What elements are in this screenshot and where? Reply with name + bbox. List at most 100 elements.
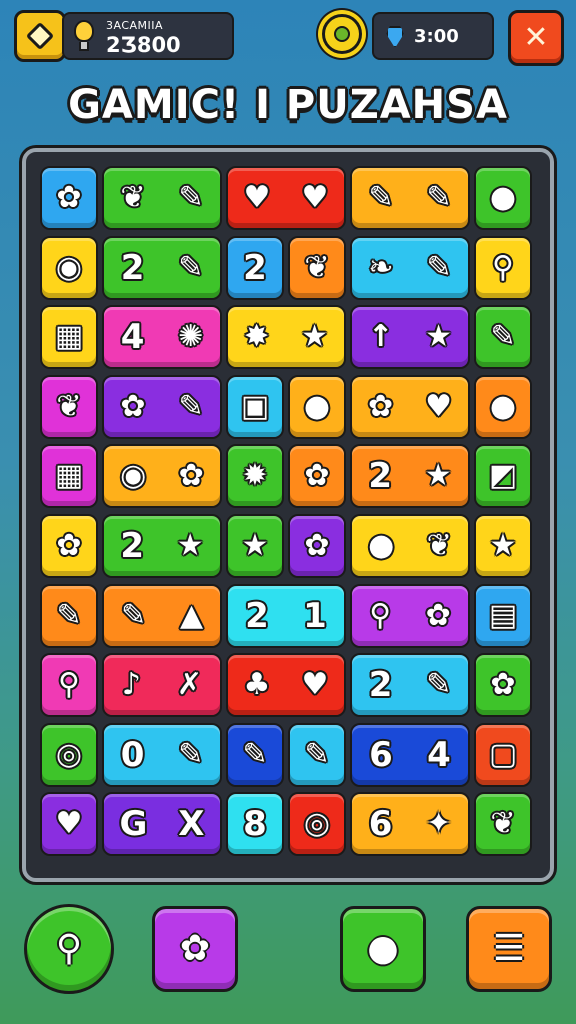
puzzle-tile[interactable]: 2 ★ [350, 444, 470, 509]
tile-symbol: 8 [243, 804, 267, 845]
tile-symbol: 2 [120, 247, 145, 288]
tile-symbol: ♥ [301, 180, 329, 215]
puzzle-tile[interactable]: ▦ [40, 305, 98, 370]
puzzle-tile[interactable]: ◎ [288, 792, 346, 857]
chat-button[interactable]: ● [340, 906, 426, 992]
puzzle-tile[interactable]: ★ [474, 514, 532, 578]
tile-symbol: ● [489, 180, 517, 215]
puzzle-tile[interactable]: ✿ [40, 514, 98, 578]
tile-symbol: ❧ [368, 249, 394, 285]
puzzle-tile[interactable]: ● [288, 374, 346, 439]
puzzle-tile[interactable]: ✎ [474, 305, 532, 370]
puzzle-tile[interactable]: ✸ ★ [226, 305, 346, 370]
menu-button[interactable]: ☰ [466, 906, 552, 992]
puzzle-tile[interactable]: ✎ [40, 583, 98, 648]
puzzle-tile[interactable]: ✎ [288, 722, 346, 787]
tile-symbol: ● [489, 388, 517, 424]
magnifier-button[interactable]: ⚲ [24, 904, 114, 994]
tile-symbol: 1 [303, 595, 327, 636]
puzzle-tile[interactable]: ♣ ♥ [226, 653, 346, 718]
puzzle-tile[interactable]: ♥ ♥ [226, 166, 346, 230]
puzzle-tile[interactable]: 2 ✎ [350, 653, 470, 718]
tile-symbol: ▤ [488, 597, 518, 633]
puzzle-tile[interactable]: ✎ ✎ [350, 166, 470, 230]
puzzle-tile[interactable]: 2 ★ [102, 514, 222, 578]
tile-symbol: ✦ [426, 806, 452, 842]
puzzle-tile[interactable]: 64 [350, 722, 470, 787]
puzzle-tile[interactable]: ◎ [40, 722, 98, 787]
puzzle-tile[interactable]: ● [474, 166, 532, 230]
tile-symbol: ✿ [56, 528, 82, 563]
tile-symbol: ✿ [425, 597, 451, 633]
diamond-icon [25, 21, 55, 51]
puzzle-tile[interactable]: ▢ [474, 722, 532, 787]
puzzle-tile[interactable]: ❦ ✎ [102, 166, 222, 230]
puzzle-tile[interactable]: ◉ [40, 235, 98, 300]
tile-symbol: ✿ [304, 458, 330, 494]
puzzle-tile[interactable]: ↑ ★ [350, 305, 470, 370]
puzzle-tile[interactable]: ⚲ [474, 235, 532, 300]
puzzle-tile[interactable]: 0 ✎ [102, 722, 222, 787]
puzzle-tile[interactable]: ◉ ✿ [102, 444, 222, 509]
tile-symbol: 6 [368, 804, 393, 845]
puzzle-tile[interactable]: ⚲ ✿ [350, 583, 470, 648]
puzzle-tile[interactable]: ❦ [288, 235, 346, 300]
gem-panel: 3:00 [372, 12, 494, 60]
tile-symbol: ✎ [120, 597, 147, 633]
puzzle-tile[interactable]: ✿ [288, 444, 346, 509]
tile-symbol: ✎ [368, 180, 394, 215]
puzzle-tile[interactable]: ✿ [288, 514, 346, 578]
menu-icon: ☰ [492, 928, 526, 969]
tile-symbol: ✎ [426, 249, 452, 285]
puzzle-tile[interactable]: ✿ ♥ [350, 374, 470, 439]
puzzle-tile[interactable]: ✹ [226, 444, 284, 509]
tile-symbol: ✺ [178, 319, 204, 355]
puzzle-tile[interactable]: 2 [226, 235, 284, 300]
tile-symbol: 4 [427, 734, 451, 775]
puzzle-tile[interactable]: ✿ [474, 653, 532, 718]
tile-symbol: ✎ [178, 388, 204, 424]
puzzle-tile[interactable]: ❦ [474, 792, 532, 857]
tile-symbol: ◉ [120, 458, 147, 494]
tile-symbol: 2 [368, 456, 393, 497]
puzzle-tile[interactable]: ❦ [40, 374, 98, 439]
puzzle-tile[interactable]: ✎ [226, 722, 284, 787]
puzzle-tile[interactable]: ❧ ✎ [350, 235, 470, 300]
tile-symbol: ❦ [426, 528, 452, 563]
puzzle-tile[interactable]: ✿ [40, 166, 98, 230]
puzzle-tile[interactable]: ✎ ▲ [102, 583, 222, 648]
home-button[interactable] [14, 10, 66, 62]
tile-symbol: 2 [368, 665, 393, 706]
puzzle-tile[interactable]: ◩ [474, 444, 532, 509]
puzzle-tile[interactable]: ▣ [226, 374, 284, 439]
score-label: 3ACAMIIA [106, 19, 164, 32]
puzzle-tile[interactable]: 8 [226, 792, 284, 857]
tile-symbol: ★ [425, 319, 452, 355]
puzzle-tile[interactable]: ▦ [40, 444, 98, 509]
gem-value: 3:00 [414, 26, 459, 47]
puzzle-tile[interactable]: ▤ [474, 583, 532, 648]
speech-bubble-icon: ● [367, 928, 399, 969]
puzzle-tile[interactable]: ♥ [40, 792, 98, 857]
puzzle-tile[interactable]: ★ [226, 514, 284, 578]
magnifier-icon: ⚲ [55, 928, 83, 969]
puzzle-tile[interactable]: ● [474, 374, 532, 439]
tile-symbol: ◩ [488, 458, 518, 494]
puzzle-tile[interactable]: ✿ ✎ [102, 374, 222, 439]
tile-symbol: ✿ [178, 458, 204, 494]
puzzle-tile[interactable]: 21 [226, 583, 346, 648]
puzzle-tile[interactable]: ♪ ✗ [102, 653, 222, 718]
tile-symbol: ✿ [304, 528, 330, 563]
tile-symbol: ▲ [179, 597, 204, 633]
puzzle-tile[interactable]: 4 ✺ [102, 305, 222, 370]
puzzle-tile[interactable]: ● ❦ [350, 514, 470, 578]
puzzle-tile[interactable]: 6 ✦ [350, 792, 470, 857]
puzzle-tile[interactable]: 2 ✎ [102, 235, 222, 300]
close-button[interactable]: ✕ [508, 10, 564, 66]
tile-symbol: ★ [424, 458, 452, 494]
settings-button[interactable] [322, 14, 362, 54]
puzzle-tile[interactable]: GX [102, 792, 222, 857]
flower-button[interactable]: ✿ [152, 906, 238, 992]
puzzle-tile[interactable]: ⚲ [40, 653, 98, 718]
tile-symbol: X [178, 804, 205, 845]
